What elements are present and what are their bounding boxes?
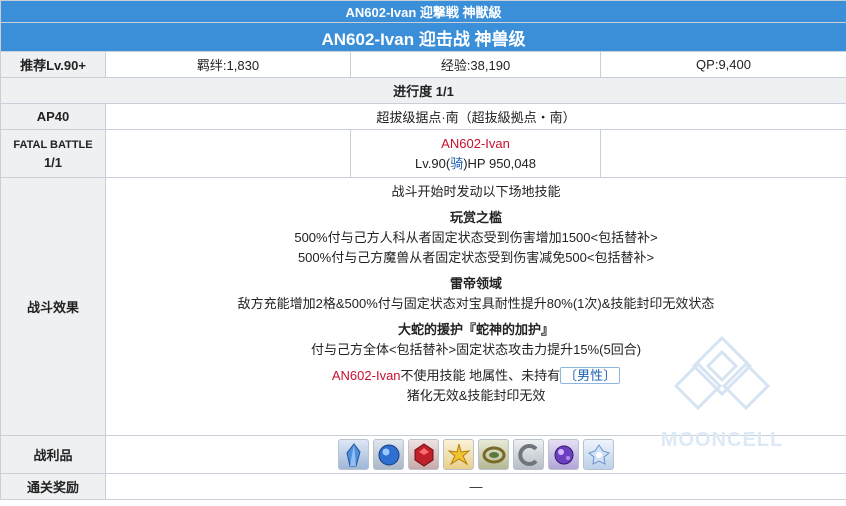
enemy-name[interactable]: AN602-Ivan — [351, 134, 600, 154]
skill-line: 敌方充能增加2格&500%付与固定状态对宝具耐性提升80%(1次)&技能封印无效… — [237, 296, 715, 311]
ap-row: AP40 超拔级据点·南（超抜級拠点・南） — [0, 103, 846, 130]
drops-label: 战利品 — [0, 435, 106, 474]
stats-row: 推荐Lv.90+ 羁绊:1,830 经验:38,190 QP:9,400 — [0, 51, 846, 78]
skill-line: 500%付与己方人科从者固定状态受到伤害增加1500<包括替补> — [294, 230, 658, 245]
golden-burst-icon — [446, 443, 471, 465]
clear-reward-label: 通关奖励 — [0, 473, 106, 500]
blue-crystal-icon — [345, 442, 361, 466]
enemy-note: AN602-Ivan不使用技能 地属性、未持有 〔男性〕 — [106, 366, 846, 386]
fatal-empty-left — [105, 129, 351, 178]
enemy-cell: AN602-Ivan Lv.90(骑)HP 950,048 — [350, 129, 601, 178]
ap-cost: AP40 — [0, 103, 106, 130]
drop-item[interactable] — [583, 439, 615, 470]
effects-content: 战斗开始时发动以下场地技能 玩赏之槛 500%付与己方人科从者固定状态受到伤害增… — [104, 177, 846, 436]
drop-item[interactable] — [478, 439, 510, 470]
recommend-level: 推荐Lv.90+ — [0, 51, 106, 78]
header-cn-row: AN602-Ivan 迎击战 神兽级 — [0, 22, 846, 52]
exp-value: 经验:38,190 — [350, 51, 601, 78]
progress-label: 进行度 1/1 — [0, 77, 846, 104]
drop-item[interactable] — [443, 439, 475, 470]
purple-orb-icon — [554, 445, 574, 464]
bond-value: 羁绊:1,830 — [105, 51, 351, 78]
fatal-battle-row: FATAL BATTLE 1/1 AN602-Ivan Lv.90(骑)HP 9… — [0, 129, 846, 178]
drops-row: 战利品 — [0, 435, 846, 474]
skill-title: 玩赏之槛 — [450, 210, 503, 225]
silver-crescent-icon — [517, 443, 538, 466]
frost-crystal-icon — [587, 443, 610, 465]
quest-table: AN602-Ivan 迎撃戦 神獣級 AN602-Ivan 迎击战 神兽级 推荐… — [0, 0, 846, 500]
fatal-battle-title: FATAL BATTLE — [13, 138, 93, 151]
progress-row: 进行度 1/1 — [0, 77, 846, 104]
skill-line: 付与己方全体<包括替补>固定状态攻击力提升15%(5回合) — [310, 342, 642, 357]
fatal-empty-right — [599, 129, 846, 178]
drop-item[interactable] — [373, 439, 405, 470]
bronze-ring-icon — [482, 446, 506, 463]
qp-value: QP:9,400 — [599, 51, 846, 78]
blue-gem-icon — [378, 444, 400, 465]
note-text: 不使用技能 地属性、未持有 — [400, 368, 561, 383]
enemy-class[interactable]: 骑 — [450, 156, 463, 171]
clear-reward-value: — — [104, 473, 846, 500]
effects-intro: 战斗开始时发动以下场地技能 — [391, 184, 561, 199]
header-jp-row: AN602-Ivan 迎撃戦 神獣級 — [0, 0, 846, 23]
skill-line: 500%付与己方魔兽从者固定状态受到伤害减免500<包括替补> — [297, 250, 655, 265]
note-enemy-name[interactable]: AN602-Ivan — [332, 368, 401, 383]
title-jp: AN602-Ivan 迎撃戦 神獣級 — [0, 0, 846, 23]
clear-reward-row: 通关奖励 — — [0, 473, 846, 500]
drop-item[interactable] — [513, 439, 545, 470]
location: 超拔级据点·南（超抜級拠点・南） — [104, 103, 846, 130]
drop-item[interactable] — [338, 439, 370, 470]
red-gem-icon — [414, 442, 434, 467]
enemy-level: Lv.90( — [415, 155, 451, 171]
gender-tag[interactable]: 〔男性〕 — [560, 367, 621, 384]
drops-cell — [104, 435, 846, 474]
drop-item[interactable] — [408, 439, 440, 470]
enemy-hp: )HP 950,048 — [463, 155, 536, 171]
effects-label: 战斗效果 — [0, 177, 106, 436]
effects-row: 战斗效果 战斗开始时发动以下场地技能 玩赏之槛 500%付与己方人科从者固定状态… — [0, 177, 846, 436]
enemy-stats: Lv.90(骑)HP 950,048 — [351, 154, 600, 174]
drop-list — [106, 437, 846, 472]
fatal-battle-label: FATAL BATTLE 1/1 — [0, 129, 106, 178]
skill-title: 大蛇的援护『蛇神的加护』 — [398, 322, 555, 337]
title-cn: AN602-Ivan 迎击战 神兽级 — [0, 22, 846, 52]
enemy-note-line2: 猪化无效&技能封印无效 — [406, 388, 546, 403]
fatal-battle-count: 1/1 — [43, 154, 63, 170]
drop-item[interactable] — [548, 439, 580, 470]
skill-title: 雷帝领域 — [450, 276, 503, 291]
